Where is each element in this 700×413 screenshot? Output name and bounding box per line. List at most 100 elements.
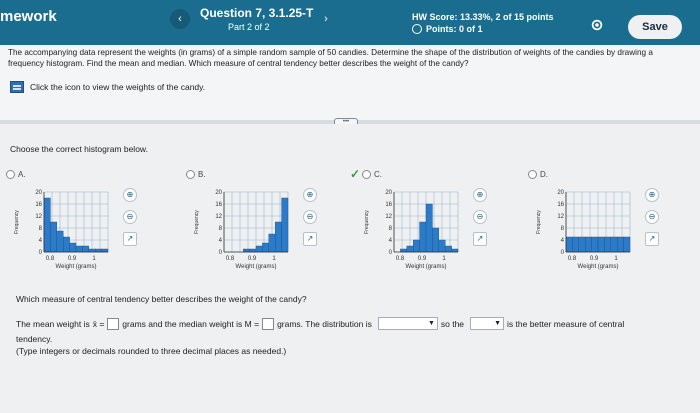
zoom-in-icon[interactable]: ⊕: [123, 188, 137, 202]
y-tick-label: 12: [385, 214, 392, 220]
zoom-out-icon[interactable]: ⊖: [473, 210, 487, 224]
gear-icon[interactable]: [590, 18, 604, 32]
y-tick-label: 8: [219, 226, 223, 232]
caret-down-icon: ▼: [427, 320, 435, 327]
save-button[interactable]: Save: [628, 15, 682, 39]
histogram-bar: [82, 245, 90, 253]
y-tick-label: 8: [39, 226, 43, 232]
histogram-bar: [585, 236, 592, 253]
open-window-icon[interactable]: ↗: [123, 232, 137, 246]
histogram-bar: [94, 248, 102, 253]
answer-text: is the better measure of central: [507, 318, 625, 329]
zoom-in-icon[interactable]: ⊕: [473, 188, 487, 202]
y-tick-label: 0: [219, 250, 223, 256]
histogram-bar: [43, 197, 51, 253]
y-tick-label: 20: [557, 190, 564, 196]
histogram-bar: [69, 242, 77, 253]
prev-question-button[interactable]: ‹: [170, 9, 190, 29]
mean-symbol: x̄ =: [92, 318, 105, 329]
x-tick-label: 0.8: [568, 256, 577, 262]
zoom-out-icon[interactable]: ⊖: [123, 210, 137, 224]
histogram-option-a[interactable]: A. 0 4 8 12 16 20 0.8 0.9 1 Weight (grams) Frequen…: [6, 170, 161, 280]
answer-text: so the: [440, 318, 465, 329]
histogram-bar: [406, 245, 414, 253]
histogram-bar: [268, 233, 276, 253]
x-tick-label: 0.9: [418, 256, 427, 262]
x-tick-label: 0.8: [226, 256, 235, 262]
hw-score: HW Score: 13.33%, 2 of 15 points: [412, 12, 554, 22]
open-window-icon[interactable]: ↗: [473, 232, 487, 246]
zoom-out-icon[interactable]: ⊖: [303, 210, 317, 224]
zoom-in-icon[interactable]: ⊕: [645, 188, 659, 202]
x-axis-label: Weight (grams): [56, 264, 97, 270]
histogram-bar: [572, 236, 580, 253]
y-tick-label: 20: [35, 190, 42, 196]
y-tick-label: 4: [561, 238, 565, 244]
histogram-bar: [578, 236, 586, 253]
brand-logo: mework: [0, 8, 57, 25]
x-axis-label: Weight (grams): [236, 264, 277, 270]
histogram-a: 0 4 8 12 16 20 0.8 0.9 1 Weight (grams) Frequency: [14, 190, 109, 270]
open-window-icon[interactable]: ↗: [303, 232, 317, 246]
histogram-bar: [419, 221, 427, 253]
histogram-bar: [255, 245, 263, 253]
measure-dropdown[interactable]: ▼: [470, 317, 505, 330]
answer-text: grams and the median weight is M =: [122, 318, 260, 329]
points-circle-icon: [412, 24, 422, 34]
radio-d[interactable]: [528, 170, 537, 179]
y-axis-label: Frequency: [14, 210, 20, 234]
y-tick-label: 12: [215, 214, 222, 220]
histogram-bar: [623, 236, 631, 253]
median-input[interactable]: [262, 317, 275, 330]
histogram-bar: [101, 248, 109, 253]
zoom-out-icon[interactable]: ⊖: [645, 210, 659, 224]
radio-a[interactable]: [6, 170, 15, 179]
answer-area: Choose the correct histogram below. A. 0…: [0, 124, 700, 413]
data-link[interactable]: Click the icon to view the weights of th…: [10, 81, 205, 93]
checkmark-icon: ✓: [350, 167, 361, 181]
histogram-option-d[interactable]: D. 0 4 8 12 16 20 0.8 0.9 1 Weight (grams) Frequen…: [528, 170, 683, 280]
histogram-bar: [274, 221, 282, 253]
zoom-in-icon[interactable]: ⊕: [303, 188, 317, 202]
y-tick-label: 4: [389, 238, 393, 244]
histogram-bar: [50, 221, 58, 253]
radio-c[interactable]: [362, 170, 371, 179]
x-tick-label: 1: [442, 256, 446, 262]
x-tick-label: 1: [614, 256, 618, 262]
histogram-bar: [88, 248, 96, 253]
y-tick-label: 8: [561, 226, 565, 232]
x-tick-label: 0.9: [248, 256, 257, 262]
open-window-icon[interactable]: ↗: [645, 232, 659, 246]
histogram-c: 0 4 8 12 16 20 0.8 0.9 1 Weight (grams) Frequency: [364, 190, 459, 270]
x-tick-label: 0.8: [396, 256, 405, 262]
y-tick-label: 4: [39, 238, 43, 244]
mean-input[interactable]: [107, 317, 120, 330]
data-table-icon[interactable]: [10, 81, 24, 93]
x-axis-label: Weight (grams): [406, 264, 447, 270]
points-text: Points: 0 of 1: [426, 24, 483, 34]
y-tick-label: 4: [219, 238, 223, 244]
y-tick-label: 20: [215, 190, 222, 196]
y-tick-label: 16: [557, 202, 564, 208]
y-axis-label: Frequency: [364, 210, 370, 234]
next-question-button[interactable]: ›: [316, 9, 336, 29]
y-tick-label: 16: [385, 202, 392, 208]
histogram-option-c[interactable]: ✓ C. 0 4 8 12 16 20 0.8 0.9 1 Weight (grams) Frequ…: [350, 167, 511, 280]
histogram-bar: [425, 203, 433, 253]
histogram-bar: [616, 236, 624, 253]
x-tick-label: 0.9: [68, 256, 77, 262]
y-tick-label: 0: [389, 250, 393, 256]
input-hint: (Type integers or decimals rounded to th…: [16, 346, 287, 356]
distribution-dropdown[interactable]: ▼: [377, 317, 438, 330]
histogram-bar: [444, 245, 452, 253]
radio-b[interactable]: [186, 170, 195, 179]
answer-text: grams. The distribution is: [277, 318, 372, 329]
y-tick-label: 16: [35, 202, 42, 208]
histogram-option-b[interactable]: B. 0 4 8 12 16 20 0.8 0.9 1 Weight (grams) Frequen…: [186, 170, 341, 280]
y-tick-label: 20: [385, 190, 392, 196]
histogram-bar: [565, 236, 573, 253]
histogram-bar: [604, 236, 612, 253]
points-display: Points: 0 of 1: [412, 24, 483, 34]
histogram-bar: [281, 197, 289, 253]
histogram-bar: [432, 227, 440, 253]
